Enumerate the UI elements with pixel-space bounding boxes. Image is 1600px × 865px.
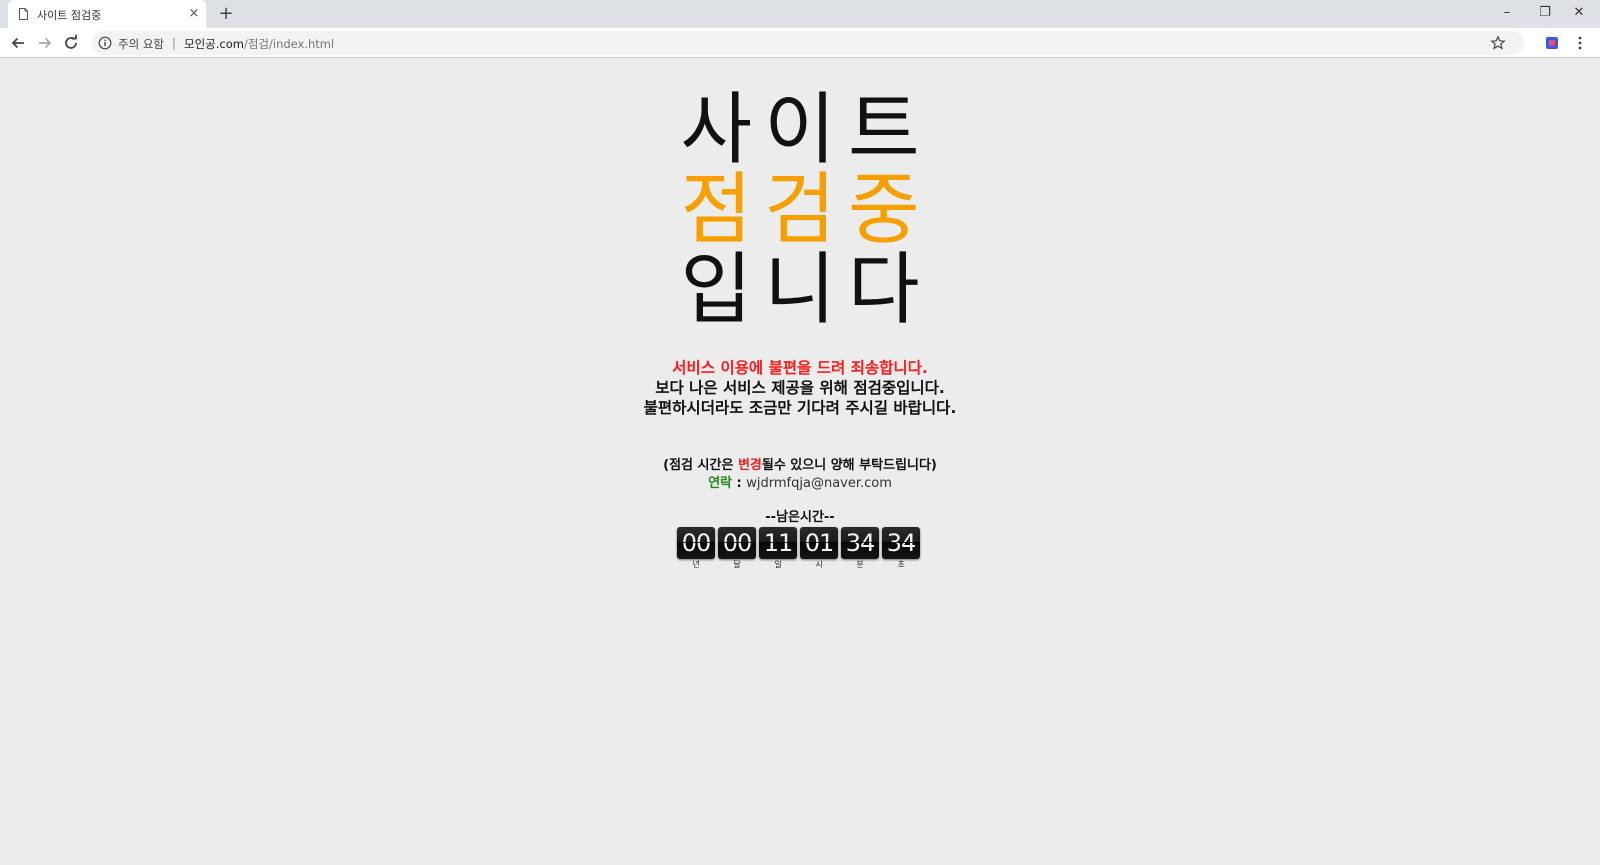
- countdown-years: 00 년: [677, 527, 715, 573]
- new-tab-button[interactable]: +: [215, 3, 237, 25]
- address-bar[interactable]: 주의 요함 | 모인공.com/점검/index.html: [92, 31, 1524, 55]
- browser-tab[interactable]: 사이트 점검중 ×: [8, 0, 206, 28]
- schedule-notice: (점검 시간은 변경될수 있으니 양해 부탁드립니다): [0, 457, 1600, 475]
- notice-highlight: 변경: [737, 458, 762, 473]
- url-host: 모인공.com: [184, 37, 244, 51]
- tab-close-icon[interactable]: ×: [186, 6, 202, 22]
- menu-icon[interactable]: [1574, 35, 1586, 51]
- countdown-minutes: 34 분: [841, 527, 879, 573]
- remaining-time-title: --남은시간--: [765, 510, 835, 525]
- forward-icon[interactable]: [35, 33, 55, 53]
- contact-colon: :: [732, 476, 747, 491]
- headline-line-1: 사이트: [680, 85, 932, 175]
- countdown-days: 11 일: [759, 527, 797, 573]
- countdown-value: 34: [841, 527, 879, 559]
- countdown-hours: 01 시: [800, 527, 838, 573]
- browser-toolbar: 주의 요함 | 모인공.com/점검/index.html: [0, 28, 1600, 58]
- countdown-value: 01: [800, 527, 838, 559]
- notice-text-after: 될수 있으니 양해 부탁드립니다): [761, 458, 937, 473]
- url-path: /점검/index.html: [243, 37, 335, 51]
- countdown-value: 34: [882, 527, 920, 559]
- back-icon[interactable]: [8, 33, 28, 53]
- countdown-unit: 일: [774, 560, 782, 569]
- address-separator: |: [172, 36, 176, 50]
- maintenance-page: 사이트 점검중 입니다 서비스 이용에 불편을 드려 죄송합니다. 보다 나은 …: [0, 58, 1600, 865]
- security-warning[interactable]: 주의 요함: [118, 36, 164, 52]
- notice-text-before: (점검 시간은: [663, 458, 738, 473]
- countdown-value: 00: [718, 527, 756, 559]
- contact-label: 연락: [708, 476, 732, 491]
- maintenance-message: 보다 나은 서비스 제공을 위해 점검중입니다.: [655, 379, 945, 397]
- apology-message: 서비스 이용에 불편을 드려 죄송합니다.: [672, 359, 928, 377]
- countdown-unit: 년: [692, 560, 700, 569]
- countdown-unit: 달: [733, 560, 741, 569]
- countdown-months: 00 달: [718, 527, 756, 573]
- countdown-value: 11: [759, 527, 797, 559]
- countdown-unit: 초: [897, 560, 905, 569]
- extension-icon[interactable]: [1545, 36, 1559, 50]
- close-window-button[interactable]: ✕: [1556, 0, 1600, 28]
- tab-title: 사이트 점검중: [37, 9, 102, 22]
- url-text[interactable]: 모인공.com/점검/index.html: [184, 36, 334, 52]
- star-icon[interactable]: [1490, 35, 1506, 51]
- countdown-unit: 분: [856, 560, 864, 569]
- countdown-timer: 00 년 00 달 11 일 01 시 34 분 34 초: [677, 527, 927, 573]
- info-icon[interactable]: [98, 36, 112, 50]
- countdown-seconds: 34 초: [882, 527, 920, 573]
- page-icon: [19, 8, 28, 20]
- reload-icon[interactable]: [61, 33, 81, 53]
- headline-line-3: 입니다: [680, 245, 932, 335]
- tab-strip: 사이트 점검중 × + – ❐ ✕: [0, 0, 1600, 28]
- countdown-unit: 시: [815, 560, 823, 569]
- contact-line: 연락 : wjdrmfqja@naver.com: [0, 475, 1600, 493]
- wait-message: 불편하시더라도 조금만 기다려 주시길 바랍니다.: [643, 399, 957, 417]
- countdown-value: 00: [677, 527, 715, 559]
- headline-line-2: 점검중: [680, 165, 932, 255]
- contact-email: wjdrmfqja@naver.com: [746, 476, 892, 491]
